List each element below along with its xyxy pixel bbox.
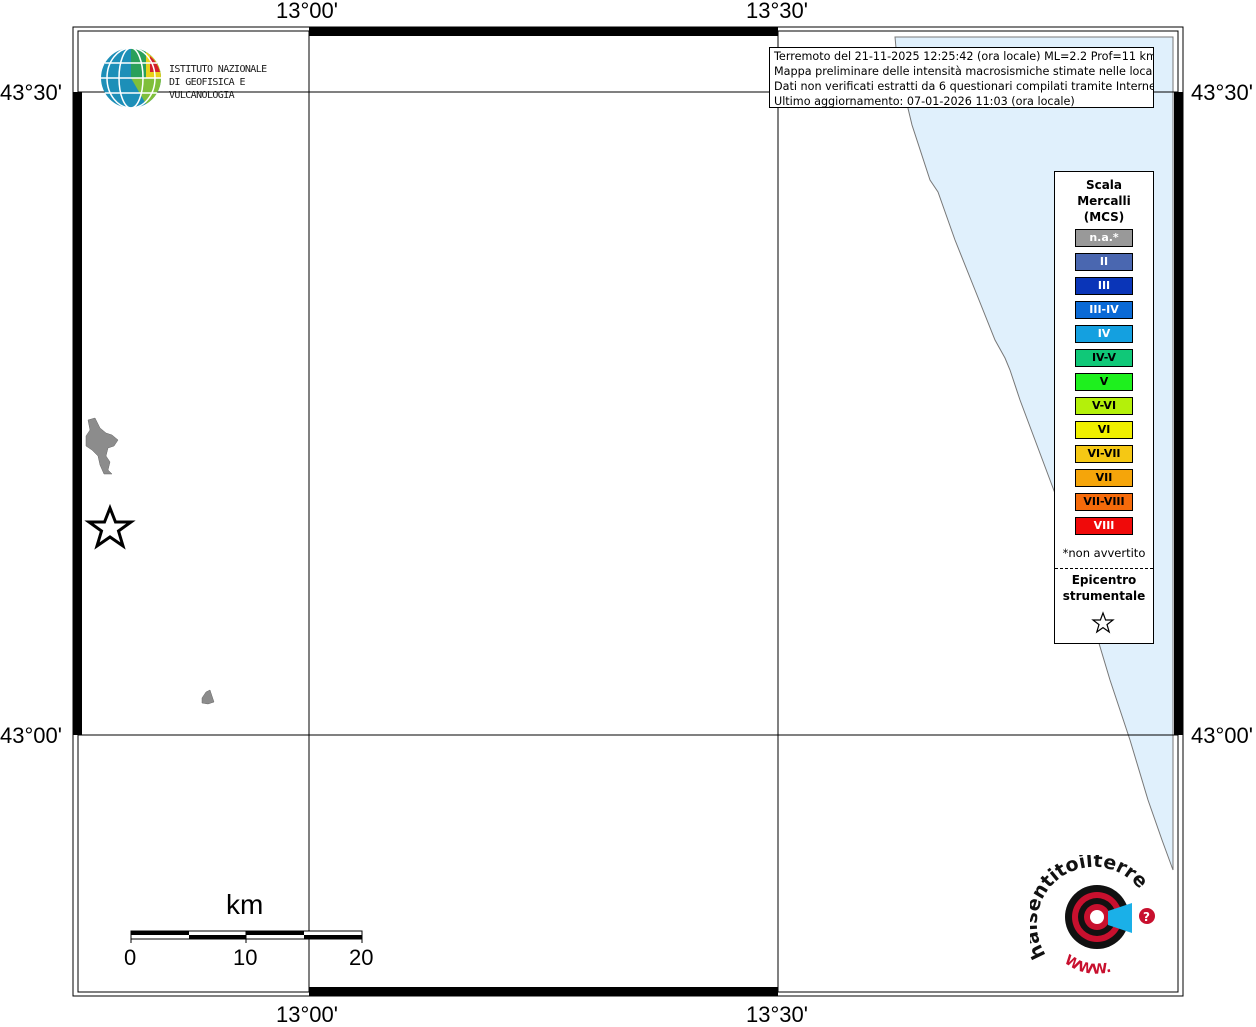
- ingv-name: ISTITUTO NAZIONALE DI GEOFISICA E VULCAN…: [169, 63, 310, 102]
- legend-swatch: VII: [1075, 469, 1133, 487]
- event-info-line: Terremoto del 21-11-2025 12:25:42 (ora l…: [774, 50, 1154, 63]
- legend-title-line: Scala: [1085, 178, 1123, 192]
- legend-swatch: V: [1075, 373, 1133, 391]
- lon-label-top: 13°30': [746, 0, 808, 23]
- scale-tick-label: 10: [233, 945, 258, 970]
- legend-swatch: VII-VIII: [1075, 493, 1133, 511]
- legend-title-line: Mercalli: [1077, 194, 1131, 208]
- legend-epicentre-label: Epicentro strumentale: [1055, 572, 1153, 604]
- scale-tick-label: 20: [349, 945, 374, 970]
- event-info-box: Terremoto del 21-11-2025 12:25:42 (ora l…: [769, 47, 1154, 108]
- scale-bar: km 0 10 20: [120, 885, 380, 975]
- lat-label-right: 43°00': [1191, 723, 1253, 748]
- legend-swatch: VI-VII: [1075, 445, 1133, 463]
- event-info-line: Ultimo aggiornamento: 07-01-2026 11:03 (…: [774, 95, 1075, 108]
- intensity-legend: Scala Mercalli (MCS) n.a.* II III III-IV IV I…: [1054, 171, 1154, 644]
- brand-www-text: WWW.: [1062, 952, 1113, 975]
- legend-swatch: II: [1075, 253, 1133, 271]
- legend-epicentre-line: strumentale: [1062, 589, 1146, 603]
- haisentito-logo: haisentitoilterremoto.it WWW. ?: [1030, 855, 1155, 975]
- globe-icon: [101, 47, 161, 109]
- legend-swatch: III-IV: [1075, 301, 1133, 319]
- legend-swatch: IV-V: [1075, 349, 1133, 367]
- legend-title: Scala Mercalli (MCS): [1055, 177, 1153, 225]
- scale-tick-label: 0: [124, 945, 137, 970]
- legend-swatch: n.a.*: [1075, 229, 1133, 247]
- legend-epicentre-line: Epicentro: [1071, 573, 1137, 587]
- lat-label-left: 43°30': [0, 80, 62, 105]
- event-info-line: Dati non verificati estratti da 6 questi…: [774, 80, 1154, 93]
- lon-label-top: 13°00': [276, 0, 338, 23]
- event-info-line: Mappa preliminare delle intensità macros…: [774, 65, 1154, 78]
- legend-swatch: IV: [1075, 325, 1133, 343]
- lon-label-bottom: 13°00': [276, 1002, 338, 1027]
- ingv-name-line: ISTITUTO NAZIONALE: [169, 64, 267, 75]
- legend-swatch: VI: [1075, 421, 1133, 439]
- star-outline-icon: [1091, 611, 1115, 634]
- ingv-name-line: DI GEOFISICA E VULCANOLOGIA: [169, 77, 245, 101]
- legend-swatch: III: [1075, 277, 1133, 295]
- lat-label-left: 43°00': [0, 723, 62, 748]
- ingv-logo: ISTITUTO NAZIONALE DI GEOFISICA E VULCAN…: [100, 46, 310, 110]
- lon-label-bottom: 13°30': [746, 1002, 808, 1027]
- scale-unit: km: [226, 889, 264, 920]
- legend-note: *non avvertito: [1062, 546, 1146, 560]
- svg-text:?: ?: [1143, 910, 1150, 924]
- legend-swatch: V-VI: [1075, 397, 1133, 415]
- legend-title-line: (MCS): [1083, 210, 1125, 224]
- legend-divider: [1055, 568, 1153, 569]
- lat-label-right: 43°30': [1191, 80, 1253, 105]
- legend-swatch: VIII: [1075, 517, 1133, 535]
